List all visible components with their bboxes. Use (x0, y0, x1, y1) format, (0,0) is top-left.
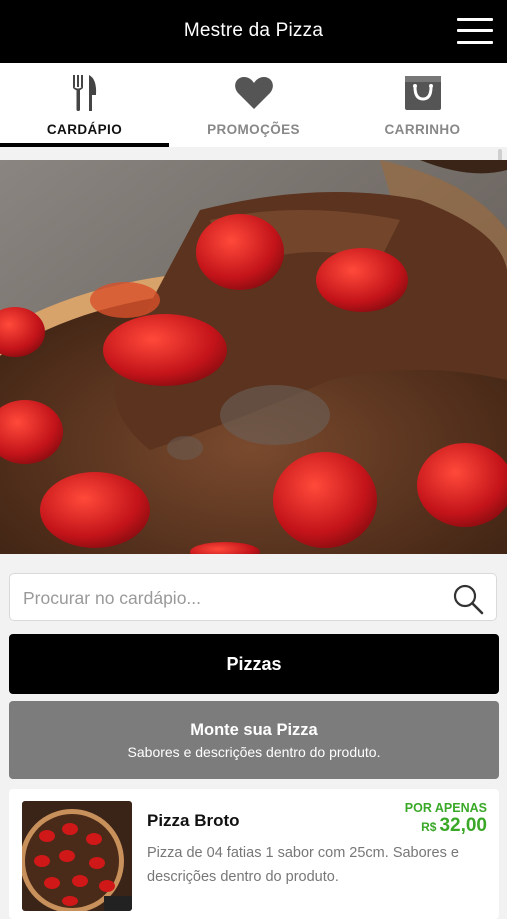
product-description: Pizza de 04 fatias 1 sabor com 25cm. Sab… (147, 845, 459, 885)
category-title: Monte sua Pizza (190, 721, 318, 739)
tab-label: CARRINHO (384, 122, 461, 137)
tab-carrinho[interactable]: CARRINHO (338, 63, 507, 147)
tab-label: CARDÁPIO (46, 122, 123, 137)
search-input[interactable]: Procurar no cardápio... (23, 588, 201, 609)
shopping-bag-icon (403, 73, 443, 116)
price-prefix: POR APENAS (404, 801, 487, 815)
menu-icon[interactable] (457, 15, 495, 47)
category-subtitle: Sabores e descrições dentro do produto. (127, 744, 381, 760)
category-monte-sua-pizza-button[interactable]: Monte sua Pizza Sabores e descrições den… (9, 701, 499, 779)
hero-pizza-image (0, 160, 507, 554)
tab-cardapio[interactable]: CARDÁPIO (0, 63, 169, 147)
active-tab-indicator (0, 143, 169, 147)
fork-knife-icon (70, 73, 100, 118)
price-value: 32,00 (439, 815, 487, 836)
tab-promocoes[interactable]: PROMOÇÕES (169, 63, 338, 147)
search-bar[interactable]: Procurar no cardápio... (9, 573, 497, 621)
app-title: Mestre da Pizza (183, 20, 324, 41)
app-header: Mestre da Pizza (0, 0, 507, 63)
search-icon[interactable] (452, 583, 484, 620)
tab-bar: CARDÁPIO PROMOÇÕES CARRINHO (0, 63, 507, 147)
heart-icon (234, 76, 274, 115)
category-pizzas-button[interactable]: Pizzas (9, 634, 499, 694)
price-currency: R$ (421, 820, 437, 834)
tab-label: PROMOÇÕES (207, 122, 300, 137)
product-price: R$ 32,00 (421, 815, 487, 837)
product-name: Pizza Broto (147, 811, 240, 830)
product-image (22, 801, 132, 911)
